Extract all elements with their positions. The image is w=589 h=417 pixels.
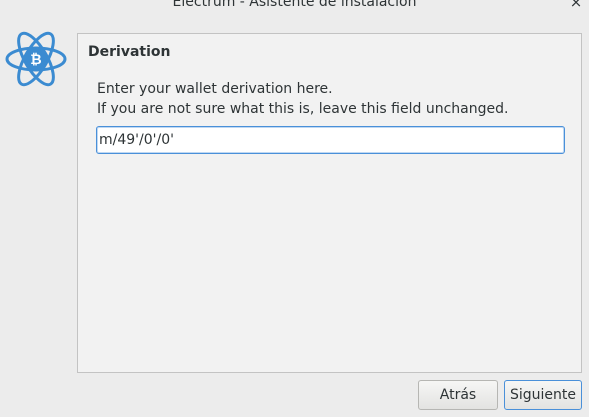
electrum-logo-icon: ₿	[5, 30, 67, 88]
window-title: Electrum - Asistente de instalación	[172, 0, 417, 10]
installer-window: Electrum - Asistente de instalación × ₿ …	[0, 0, 589, 417]
description-line-1: Enter your wallet derivation here.	[97, 81, 333, 97]
back-button[interactable]: Atrás	[418, 380, 498, 410]
description-line-2: If you are not sure what this is, leave …	[97, 101, 509, 117]
close-icon[interactable]: ×	[569, 0, 583, 13]
svg-text:₿: ₿	[30, 52, 41, 68]
next-button[interactable]: Siguiente	[504, 380, 582, 410]
derivation-input[interactable]	[96, 126, 565, 154]
derivation-panel: Derivation Enter your wallet derivation …	[77, 33, 582, 373]
panel-title: Derivation	[88, 44, 171, 60]
